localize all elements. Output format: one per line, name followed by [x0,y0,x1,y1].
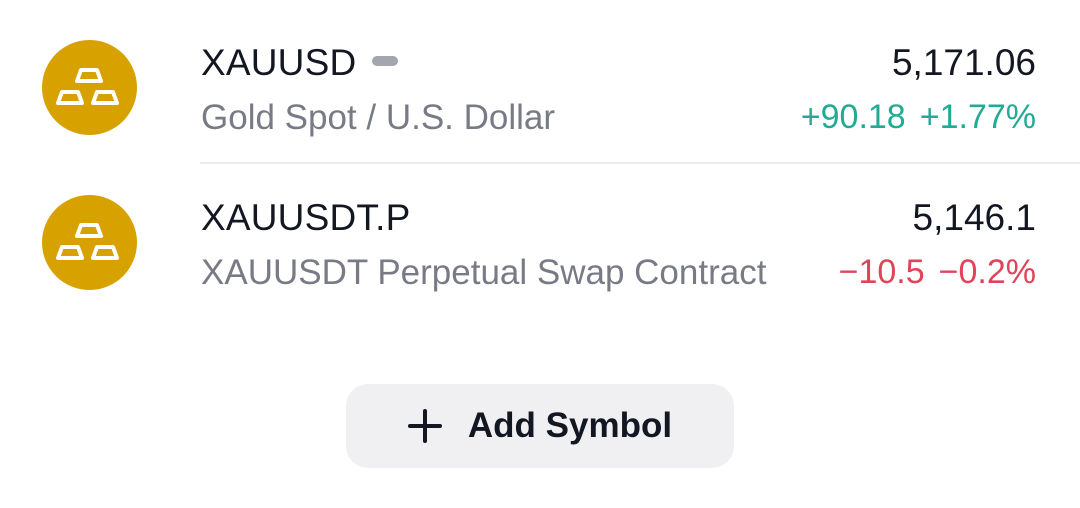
symbol-description: XAUUSDT Perpetual Swap Contract [201,253,767,292]
symbol-description: Gold Spot / U.S. Dollar [201,98,556,137]
watchlist-row-xauusdt-p[interactable]: XAUUSDT.P XAUUSDT Perpetual Swap Contrac… [0,167,1080,317]
gold-bars-icon [42,40,137,135]
symbol-name: XAUUSD [201,42,399,84]
change-value: −10.5 [838,253,925,291]
row-divider [200,162,1080,164]
symbol-name: XAUUSDT.P [201,197,411,238]
add-symbol-button[interactable]: Add Symbol [346,384,734,468]
plus-icon [407,409,442,443]
change-percent: −0.2% [938,253,1036,291]
change-value: +90.18 [800,98,906,136]
price-change: −10.5 −0.2% [839,253,1036,292]
price-change: +90.18 +1.77% [801,98,1036,137]
gold-bars-icon [42,195,137,290]
change-percent: +1.77% [919,98,1036,136]
market-status-badge [372,56,399,67]
last-price: 5,171.06 [891,42,1036,83]
last-price: 5,146.1 [912,197,1036,238]
watchlist-row-xauusd[interactable]: XAUUSD Gold Spot / U.S. Dollar 5,171.06 … [0,12,1080,162]
add-symbol-label: Add Symbol [467,406,673,445]
